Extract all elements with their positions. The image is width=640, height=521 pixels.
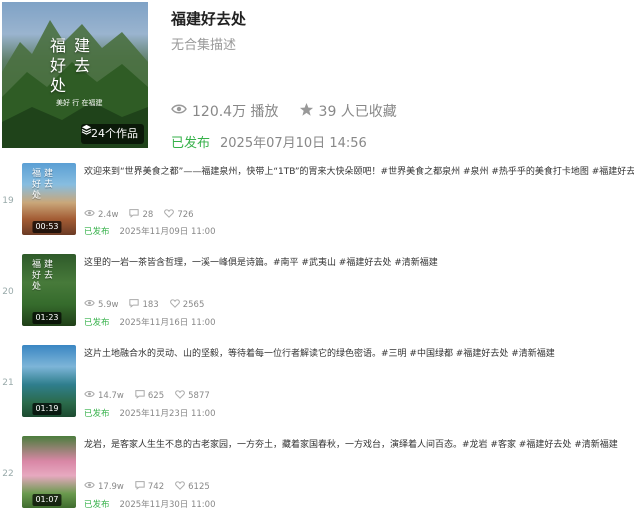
- item-index: 20: [2, 287, 14, 297]
- plays-stat: 120.4万 播放: [171, 101, 279, 121]
- comment-icon: [129, 208, 140, 221]
- cover-subtitle: 美好 行 在福建: [56, 99, 103, 107]
- comment-icon: [129, 298, 140, 311]
- collection-cover[interactable]: 福建好去处 美好 行 在福建 24个作品: [2, 2, 148, 148]
- collection-stats: 120.4万 播放 39 人已收藏: [171, 101, 417, 121]
- thumbnail-title: 福建好去处: [32, 169, 57, 201]
- star-icon: [299, 102, 314, 121]
- video-description[interactable]: 这片土地融合水的灵动、山的坚毅，等待着每一位行者解读它的绿色密语。#三明 #中国…: [84, 348, 634, 360]
- item-index: 21: [2, 378, 14, 388]
- views-stat: 5.9w: [84, 299, 118, 310]
- comments-count: 742: [147, 481, 165, 492]
- item-index: 19: [2, 196, 14, 206]
- heart-icon: [169, 298, 180, 311]
- likes-count: 6125: [188, 481, 210, 492]
- favorites-stat: 39 人已收藏: [299, 101, 397, 121]
- list-item[interactable]: 22 01:07 龙岩，是客家人生生不息的古老家园，一方夯土，藏着家国春秋，一方…: [0, 433, 640, 521]
- likes-count: 726: [177, 209, 194, 220]
- collection-header: 福建好去处 美好 行 在福建 24个作品 福建好去处 无合集描述 120.4万 …: [0, 0, 640, 152]
- video-description[interactable]: 龙岩，是客家人生生不息的古老家园，一方夯土，藏着家国春秋，一方戏台，演绎着人间百…: [84, 439, 634, 451]
- list-item[interactable]: 20 福建好去处 01:23 这里的一岩一茶皆含哲理，一溪一峰俱是诗篇。#南平 …: [0, 251, 640, 339]
- video-stats: 5.9w 183 2565: [84, 298, 210, 311]
- video-publish-info: 已发布 2025年11月09日 11:00: [84, 225, 215, 237]
- views-stat: 17.9w: [84, 481, 124, 492]
- list-item[interactable]: 21 01:19 这片土地融合水的灵动、山的坚毅，等待着每一位行者解读它的绿色密…: [0, 342, 640, 430]
- heart-icon: [175, 389, 185, 402]
- views-stat: 14.7w: [84, 390, 124, 401]
- eye-icon: [84, 299, 95, 310]
- video-publish-info: 已发布 2025年11月30日 11:00: [84, 498, 215, 510]
- video-duration: 00:53: [32, 221, 62, 233]
- collection-title: 福建好去处: [171, 10, 247, 28]
- video-duration: 01:07: [32, 494, 62, 506]
- views-count: 14.7w: [98, 390, 124, 401]
- list-item[interactable]: 19 福建好去处 00:53 欢迎来到“世界美食之都”——福建泉州，快带上“1T…: [0, 160, 640, 248]
- likes-count: 5877: [188, 390, 210, 401]
- comments-stat: 625: [135, 389, 164, 402]
- thumbnail-title: 福建好去处: [32, 260, 57, 292]
- video-thumbnail[interactable]: 福建好去处 01:23: [22, 254, 76, 326]
- eye-icon: [171, 103, 187, 119]
- comments-stat: 742: [135, 480, 164, 493]
- likes-count: 2565: [182, 299, 205, 310]
- comments-count: 625: [147, 390, 165, 401]
- video-thumbnail[interactable]: 福建好去处 00:53: [22, 163, 76, 235]
- heart-icon: [175, 480, 185, 493]
- video-publish-info: 已发布 2025年11月16日 11:00: [84, 316, 215, 328]
- publish-status: 已发布: [84, 227, 110, 237]
- eye-icon: [84, 481, 95, 492]
- video-thumbnail[interactable]: 01:19: [22, 345, 76, 417]
- video-duration: 01:23: [32, 312, 62, 324]
- collection-description: 无合集描述: [171, 38, 237, 53]
- comments-stat: 183: [129, 298, 159, 311]
- eye-icon: [84, 390, 95, 401]
- likes-stat: 726: [164, 208, 194, 221]
- video-description[interactable]: 欢迎来到“世界美食之都”——福建泉州，快带上“1TB”的胃来大快朵颐吧！#世界美…: [84, 166, 634, 178]
- plays-count: 120.4万 播放: [192, 104, 279, 120]
- likes-stat: 2565: [169, 298, 205, 311]
- publish-status: 已发布: [171, 136, 211, 151]
- video-publish-info: 已发布 2025年11月23日 11:00: [84, 407, 215, 419]
- video-stats: 17.9w 742 6125: [84, 480, 216, 493]
- cover-title: 福建好去处: [50, 36, 99, 95]
- views-count: 2.4w: [98, 209, 119, 220]
- publish-date: 2025年11月16日 11:00: [119, 318, 216, 328]
- publish-status: 已发布: [84, 409, 110, 419]
- comments-count: 183: [142, 299, 159, 310]
- collection-publish-info: 已发布 2025年07月10日 14:56: [171, 132, 367, 151]
- video-thumbnail[interactable]: 01:07: [22, 436, 76, 508]
- video-description[interactable]: 这里的一岩一茶皆含哲理，一溪一峰俱是诗篇。#南平 #武夷山 #福建好去处 #清新…: [84, 257, 634, 269]
- likes-stat: 6125: [175, 480, 210, 493]
- comment-icon: [135, 480, 145, 493]
- views-count: 5.9w: [98, 299, 119, 310]
- publish-date: 2025年11月23日 11:00: [119, 409, 216, 419]
- eye-icon: [84, 209, 95, 220]
- heart-icon: [164, 208, 175, 221]
- views-count: 17.9w: [98, 481, 124, 492]
- publish-date: 2025年07月10日 14:56: [220, 136, 367, 151]
- video-stats: 2.4w 28 726: [84, 208, 200, 221]
- video-duration: 01:19: [32, 403, 62, 415]
- comment-icon: [135, 389, 145, 402]
- comments-count: 28: [142, 209, 154, 220]
- likes-stat: 5877: [175, 389, 210, 402]
- works-count-badge: 24个作品: [81, 124, 144, 144]
- publish-status: 已发布: [84, 500, 110, 510]
- publish-status: 已发布: [84, 318, 110, 328]
- publish-date: 2025年11月30日 11:00: [119, 500, 216, 510]
- favorites-count: 39 人已收藏: [318, 104, 397, 120]
- comments-stat: 28: [129, 208, 153, 221]
- views-stat: 2.4w: [84, 209, 118, 220]
- publish-date: 2025年11月09日 11:00: [119, 227, 216, 237]
- works-count: 24个作品: [91, 127, 138, 140]
- video-stats: 14.7w 625 5877: [84, 389, 216, 402]
- item-index: 22: [2, 469, 14, 479]
